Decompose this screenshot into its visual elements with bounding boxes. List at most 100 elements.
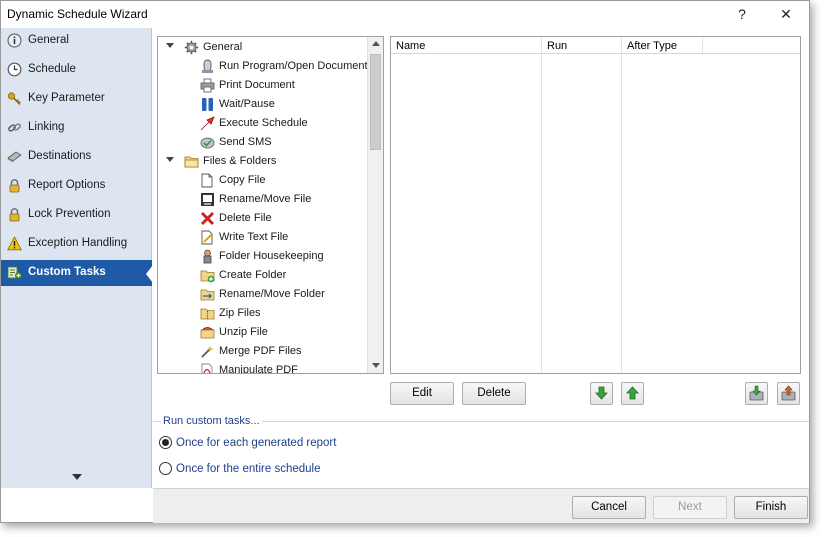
sidebar-item-label: Lock Prevention xyxy=(28,208,111,220)
tree-group-label: General xyxy=(203,41,243,53)
tree-item-label: Execute Schedule xyxy=(219,117,308,129)
tree-group-general[interactable]: General xyxy=(158,38,368,57)
radio-each-report[interactable] xyxy=(159,436,172,449)
create-folder-icon xyxy=(200,270,215,283)
lock-icon xyxy=(9,208,20,222)
column-divider xyxy=(541,37,542,373)
window-title: Dynamic Schedule Wizard xyxy=(7,7,148,21)
tree-item-wait-pause[interactable]: Wait/Pause xyxy=(158,95,368,114)
edit-button[interactable]: Edit xyxy=(390,382,454,405)
finish-button[interactable]: Finish xyxy=(734,496,808,519)
tasks-grid: Name Run After Type xyxy=(390,36,801,374)
key-icon xyxy=(7,92,21,105)
tree-item-zip-files[interactable]: Zip Files xyxy=(158,304,368,323)
tree-item-write-text-file[interactable]: Write Text File xyxy=(158,228,368,247)
tree-scrollbar[interactable] xyxy=(367,37,383,373)
export-icon xyxy=(781,385,796,401)
tree-item-unzip-file[interactable]: Unzip File xyxy=(158,323,368,342)
collapse-arrow-icon[interactable] xyxy=(166,43,174,48)
tasks-icon xyxy=(7,266,22,279)
execute-arrow-icon xyxy=(200,116,215,131)
export-tasks-button[interactable] xyxy=(777,382,800,405)
tree-item-label: Write Text File xyxy=(219,231,289,243)
sidebar-item-key-parameter[interactable]: Key Parameter xyxy=(1,86,152,112)
cancel-button[interactable]: Cancel xyxy=(572,496,646,519)
tree-item-label: Zip Files xyxy=(219,307,261,319)
chain-link-icon xyxy=(8,123,21,132)
tree-item-rename-move-file[interactable]: Rename/Move File xyxy=(158,190,368,209)
sidebar-item-exception-handling[interactable]: Exception Handling xyxy=(1,231,152,257)
close-button[interactable]: ✕ xyxy=(766,1,806,27)
tree-item-label: Delete File xyxy=(219,212,272,224)
folder-icon xyxy=(184,156,199,168)
move-up-button[interactable] xyxy=(621,382,644,405)
unzip-icon xyxy=(200,327,215,339)
active-indicator-arrow xyxy=(146,265,153,283)
tree-item-label: Manipulate PDF xyxy=(219,364,298,374)
tree-item-merge-pdf[interactable]: Merge PDF Files xyxy=(158,342,368,361)
tree-item-delete-file[interactable]: Delete File xyxy=(158,209,368,228)
sidebar-scroll-down-icon[interactable] xyxy=(72,474,82,480)
tree-item-rename-move-folder[interactable]: Rename/Move Folder xyxy=(158,285,368,304)
sidebar-item-linking[interactable]: Linking xyxy=(1,115,152,141)
next-button[interactable]: Next xyxy=(653,496,727,519)
sidebar-item-label: Key Parameter xyxy=(28,92,105,104)
sidebar-item-destinations[interactable]: Destinations xyxy=(1,144,152,170)
delete-button[interactable]: Delete xyxy=(462,382,526,405)
tree-item-label: Copy File xyxy=(219,174,266,186)
title-bar: Dynamic Schedule Wizard ? ✕ xyxy=(1,1,809,28)
tree-group-label: Files & Folders xyxy=(203,155,277,167)
tree-item-folder-housekeeping[interactable]: Folder Housekeeping xyxy=(158,247,368,266)
sidebar-item-label: Destinations xyxy=(28,150,92,162)
scroll-down-icon[interactable] xyxy=(372,363,380,368)
tree-item-label: Rename/Move File xyxy=(219,193,312,205)
zip-icon xyxy=(200,308,215,320)
column-divider xyxy=(702,37,703,54)
sidebar-item-label: Schedule xyxy=(28,63,76,75)
sidebar-item-schedule[interactable]: Schedule xyxy=(1,57,152,83)
delete-x-icon xyxy=(200,211,215,226)
move-down-button[interactable] xyxy=(590,382,613,405)
sidebar-item-lock-prevention[interactable]: Lock Prevention xyxy=(1,202,152,228)
run-program-icon xyxy=(202,59,213,73)
run-tasks-legend: Run custom tasks... xyxy=(161,415,262,427)
radio-label-each-report[interactable]: Once for each generated report xyxy=(176,437,336,449)
printer-icon xyxy=(200,78,215,93)
tree-item-label: Send SMS xyxy=(219,136,272,148)
sidebar-item-report-options[interactable]: Report Options xyxy=(1,173,152,199)
rename-folder-icon xyxy=(200,289,215,301)
housekeeping-icon xyxy=(203,249,212,264)
collapse-arrow-icon[interactable] xyxy=(166,157,174,162)
rename-file-icon xyxy=(201,193,214,206)
tree-item-execute-schedule[interactable]: Execute Schedule xyxy=(158,114,368,133)
radio-label-entire-schedule[interactable]: Once for the entire schedule xyxy=(176,463,320,475)
tree-item-label: Folder Housekeeping xyxy=(219,250,324,262)
scroll-thumb[interactable] xyxy=(370,54,381,150)
sidebar-item-label: Linking xyxy=(28,121,65,133)
task-tree: General Run Program/Open Document Print … xyxy=(157,36,384,374)
column-header-run[interactable]: Run xyxy=(547,40,567,52)
import-icon xyxy=(749,385,764,401)
help-button[interactable]: ? xyxy=(722,1,762,27)
tree-item-label: Print Document xyxy=(219,79,295,91)
tree-item-print-document[interactable]: Print Document xyxy=(158,76,368,95)
scroll-up-icon[interactable] xyxy=(372,41,380,46)
sidebar-item-custom-tasks[interactable]: Custom Tasks xyxy=(1,260,152,286)
column-header-after-type[interactable]: After Type xyxy=(627,40,677,52)
tree-item-label: Run Program/Open Document xyxy=(219,60,368,72)
import-tasks-button[interactable] xyxy=(745,382,768,405)
sidebar-item-general[interactable]: General xyxy=(1,28,152,54)
tree-group-files-folders[interactable]: Files & Folders xyxy=(158,152,368,171)
sidebar: General Schedule Key Parameter Linking D… xyxy=(1,28,153,488)
radio-entire-schedule[interactable] xyxy=(159,462,172,475)
tree-item-run-program[interactable]: Run Program/Open Document xyxy=(158,57,368,76)
tree-item-create-folder[interactable]: Create Folder xyxy=(158,266,368,285)
tree-item-label: Unzip File xyxy=(219,326,268,338)
tree-item-manipulate-pdf[interactable]: Manipulate PDF xyxy=(158,361,368,374)
tree-item-copy-file[interactable]: Copy File xyxy=(158,171,368,190)
wizard-window: Dynamic Schedule Wizard ? ✕ General Sche… xyxy=(0,0,810,523)
column-header-name[interactable]: Name xyxy=(396,40,425,52)
tree-item-send-sms[interactable]: Send SMS xyxy=(158,133,368,152)
info-icon xyxy=(7,33,22,48)
merge-pdf-icon xyxy=(201,346,213,358)
